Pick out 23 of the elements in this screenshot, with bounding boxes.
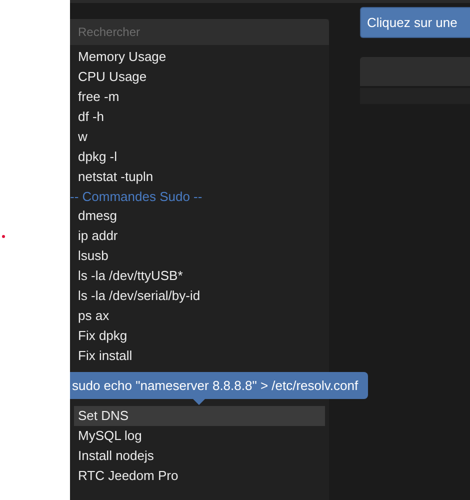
command-item[interactable]: ip addr (74, 226, 325, 246)
command-item[interactable]: dmesg (74, 206, 325, 226)
tooltip: sudo echo "nameserver 8.8.8.8" > /etc/resolv.conf (70, 372, 368, 399)
command-item[interactable]: lsusb (74, 246, 325, 266)
command-item[interactable]: Fix dpkg (74, 326, 325, 346)
command-item[interactable]: CPU Usage (74, 67, 325, 87)
command-item[interactable]: MySQL log (74, 426, 325, 446)
command-item[interactable]: Fix install (74, 346, 325, 366)
search-field[interactable]: Rechercher (70, 19, 329, 45)
command-item[interactable]: dpkg -l (74, 147, 325, 167)
hint-button[interactable]: Cliquez sur une (360, 7, 470, 38)
command-item[interactable]: ls -la /dev/serial/by-id (74, 286, 325, 306)
command-item[interactable]: netstat -tupln (74, 167, 325, 187)
group-header: -- Commandes Sudo -- (70, 188, 204, 206)
command-item[interactable]: RTC Jeedom Pro (74, 466, 325, 486)
command-item[interactable]: ps ax (74, 306, 325, 326)
command-item[interactable]: ls -la /dev/ttyUSB* (74, 266, 325, 286)
command-item[interactable]: df -h (74, 107, 325, 127)
command-item[interactable]: Set DNS (74, 406, 325, 426)
command-item[interactable]: Memory Usage (74, 47, 325, 67)
command-item[interactable]: w (74, 127, 325, 147)
command-item[interactable]: Install nodejs (74, 446, 325, 466)
command-item[interactable]: free -m (74, 87, 325, 107)
